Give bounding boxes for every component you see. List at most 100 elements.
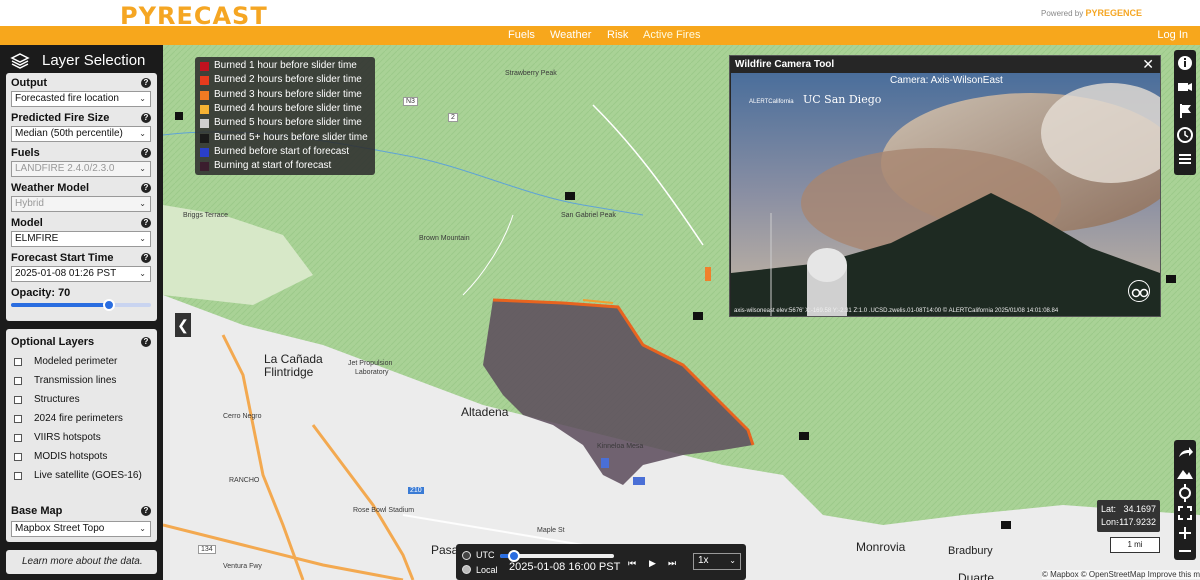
info-icon[interactable] — [1174, 52, 1196, 74]
binoculars-icon[interactable] — [1128, 280, 1150, 302]
2024-fire-perimeters-checkbox[interactable] — [14, 415, 22, 423]
transmission-lines-checkbox[interactable] — [14, 377, 22, 385]
opacity-slider[interactable] — [11, 299, 151, 311]
map-scale: 1 mi — [1110, 537, 1160, 553]
terrain-icon[interactable] — [1174, 462, 1196, 484]
sidebar-title: Layer Selection — [42, 52, 146, 69]
structures-label: Structures — [34, 394, 80, 405]
modeled-perimeter-label: Modeled perimeter — [34, 356, 118, 367]
base-map-select[interactable]: Mapbox Street Topo ⌄ — [11, 521, 151, 537]
speed-select[interactable]: 1x ⌄ — [693, 553, 741, 570]
modeled-perimeter-checkbox[interactable] — [14, 358, 22, 366]
help-icon[interactable]: ? — [141, 148, 151, 158]
close-icon[interactable]: ✕ — [1142, 56, 1154, 73]
locate-icon[interactable] — [1174, 482, 1196, 504]
label-san-gabriel-peak: San Gabriel Peak — [561, 212, 616, 219]
help-icon[interactable]: ? — [141, 337, 151, 347]
chevron-down-icon: ⌄ — [729, 556, 736, 565]
label-rose-bowl: Rose Bowl Stadium — [353, 507, 415, 514]
legend-swatch — [200, 90, 209, 100]
camera-image: ALERTCalifornia UC San Diego axis-wilson… — [731, 73, 1160, 316]
output-label: Output — [11, 77, 48, 89]
chevron-down-icon: ⌄ — [139, 94, 146, 103]
viirs-hotspots-label: VIIRS hotspots — [34, 432, 101, 443]
forecast-start-time-label: Forecast Start Time — [11, 252, 114, 264]
live-satellite-goes-16-label: Live satellite (GOES-16) — [34, 470, 142, 481]
nav-active-fires[interactable]: Active Fires — [643, 29, 700, 41]
base-map-label: Base Map — [11, 505, 63, 517]
collapse-sidebar-button[interactable]: ❮ — [175, 313, 191, 337]
weather-model-label: Weather Model — [11, 182, 90, 194]
fuels-value: LANDFIRE 2.4.0/2.3.0 — [15, 163, 115, 174]
skip-start-button[interactable]: ⏮ — [628, 558, 636, 569]
help-icon[interactable]: ? — [141, 253, 151, 263]
camera-tool-title: Wildfire Camera Tool — [735, 59, 835, 70]
learn-more-panel: Learn more about the data. — [6, 550, 157, 574]
legend-swatch — [200, 119, 209, 129]
learn-more-link[interactable]: Learn more about the data. — [22, 556, 143, 567]
main-nav: Fuels Weather Risk Active Fires Log In — [0, 26, 1200, 45]
zoom-out-icon[interactable] — [1174, 540, 1196, 562]
label-bradbury: Bradbury — [948, 545, 993, 557]
label-strawberry-peak: Strawberry Peak — [505, 70, 557, 77]
base-map-panel: Base Map ? Mapbox Street Topo ⌄ — [6, 500, 157, 542]
skip-end-button[interactable]: ⏭ — [668, 558, 676, 569]
fuels-select: LANDFIRE 2.4.0/2.3.0 ⌄ — [11, 161, 151, 177]
help-icon[interactable]: ? — [141, 78, 151, 88]
weather-model-value: Hybrid — [15, 198, 44, 209]
opacity-slider-fill — [11, 303, 109, 307]
label-duarte: Duarte — [958, 571, 995, 580]
nav-fuels[interactable]: Fuels — [508, 29, 535, 41]
powered-prefix: Powered by — [1041, 9, 1084, 18]
help-icon[interactable]: ? — [141, 506, 151, 516]
fuels-label: Fuels — [11, 147, 40, 159]
legend-label: Burned 1 hour before slider time — [214, 60, 357, 71]
map-tools-top — [1174, 50, 1196, 175]
play-button[interactable]: ▶ — [649, 558, 656, 569]
chevron-down-icon: ⌄ — [139, 164, 146, 173]
chevron-down-icon: ⌄ — [139, 269, 146, 278]
opacity-slider-thumb[interactable] — [103, 299, 115, 311]
forecast-options-panel: Output? Forecasted fire location ⌄ Predicte… — [6, 73, 157, 321]
nav-risk[interactable]: Risk — [607, 29, 628, 41]
legend-label: Burned 3 hours before slider time — [214, 88, 362, 100]
utc-label: UTC — [476, 550, 495, 560]
chevron-down-icon: ⌄ — [139, 524, 146, 533]
nav-weather[interactable]: Weather — [550, 29, 591, 41]
login-link[interactable]: Log In — [1157, 29, 1188, 41]
label-jpl-2: Laboratory — [355, 369, 389, 376]
share-icon[interactable] — [1174, 442, 1196, 464]
predicted-fire-size-select[interactable]: Median (50th percentile) ⌄ — [11, 126, 151, 142]
clock-icon[interactable] — [1174, 124, 1196, 146]
top-header: PYRECAST Powered by PYREGENCE — [0, 0, 1200, 30]
camera-scene — [731, 73, 1160, 316]
fullscreen-icon[interactable] — [1174, 502, 1196, 524]
structures-checkbox[interactable] — [14, 396, 22, 404]
viirs-hotspots-checkbox[interactable] — [14, 434, 22, 442]
camera-icon[interactable] — [1174, 76, 1196, 98]
time-slider-track[interactable] — [500, 550, 614, 562]
output-select[interactable]: Forecasted fire location ⌄ — [11, 91, 151, 107]
modis-hotspots-checkbox[interactable] — [14, 453, 22, 461]
modis-hotspots-label: MODIS hotspots — [34, 451, 108, 462]
label-kinneloa-mesa: Kinneloa Mesa — [597, 443, 644, 450]
ucsd-logo: UC San Diego — [803, 93, 882, 106]
lat-value: 34.1697 — [1123, 504, 1156, 514]
help-icon[interactable]: ? — [141, 218, 151, 228]
legend-label: Burned 5+ hours before slider time — [214, 131, 368, 143]
flag-icon[interactable] — [1174, 100, 1196, 122]
sidebar-header: Layer Selection — [0, 45, 163, 75]
forecast-start-time-select[interactable]: 2025-01-08 01:26 PST ⌄ — [11, 266, 151, 282]
live-satellite-goes-16-checkbox[interactable] — [14, 472, 22, 480]
label-maple-st: Maple St — [537, 527, 565, 534]
model-select[interactable]: ELMFIRE ⌄ — [11, 231, 151, 247]
map-attribution[interactable]: © Mapbox © OpenStreetMap Improve this ma… — [1042, 570, 1200, 579]
list-icon[interactable] — [1174, 148, 1196, 170]
utc-radio[interactable] — [462, 551, 471, 560]
forecast-start-time-value: 2025-01-08 01:26 PST — [15, 268, 117, 279]
model-value: ELMFIRE — [15, 233, 59, 244]
local-radio[interactable] — [462, 565, 471, 574]
pyregence-brand[interactable]: PYREGENCE — [1085, 8, 1142, 18]
help-icon[interactable]: ? — [141, 183, 151, 193]
help-icon[interactable]: ? — [141, 113, 151, 123]
